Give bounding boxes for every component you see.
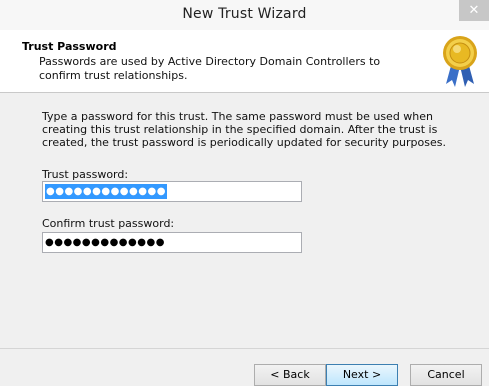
confirm-password-field[interactable]: ●●●●●●●●●●●●● — [42, 232, 302, 253]
page-subtitle: Passwords are used by Active Directory D… — [39, 55, 381, 82]
instructions-text: Type a password for this trust. The same… — [42, 110, 446, 149]
trust-password-value: ●●●●●●●●●●●●● — [45, 184, 167, 199]
confirm-password-value: ●●●●●●●●●●●●● — [45, 237, 165, 248]
trust-password-label: Trust password: — [42, 168, 129, 181]
trust-password-field[interactable]: ●●●●●●●●●●●●● — [42, 181, 302, 202]
close-button[interactable]: ✕ — [459, 0, 489, 21]
title-bar: New Trust Wizard ✕ — [0, 0, 489, 30]
wizard-header: Trust Password Passwords are used by Act… — [0, 30, 489, 93]
page-title: Trust Password — [22, 40, 117, 53]
footer-divider — [0, 348, 489, 349]
back-button[interactable]: < Back — [254, 364, 326, 386]
cancel-button[interactable]: Cancel — [410, 364, 482, 386]
award-seal-icon — [443, 36, 477, 87]
confirm-password-label: Confirm trust password: — [42, 217, 175, 230]
next-button[interactable]: Next > — [326, 364, 398, 386]
window-title: New Trust Wizard — [182, 6, 307, 22]
